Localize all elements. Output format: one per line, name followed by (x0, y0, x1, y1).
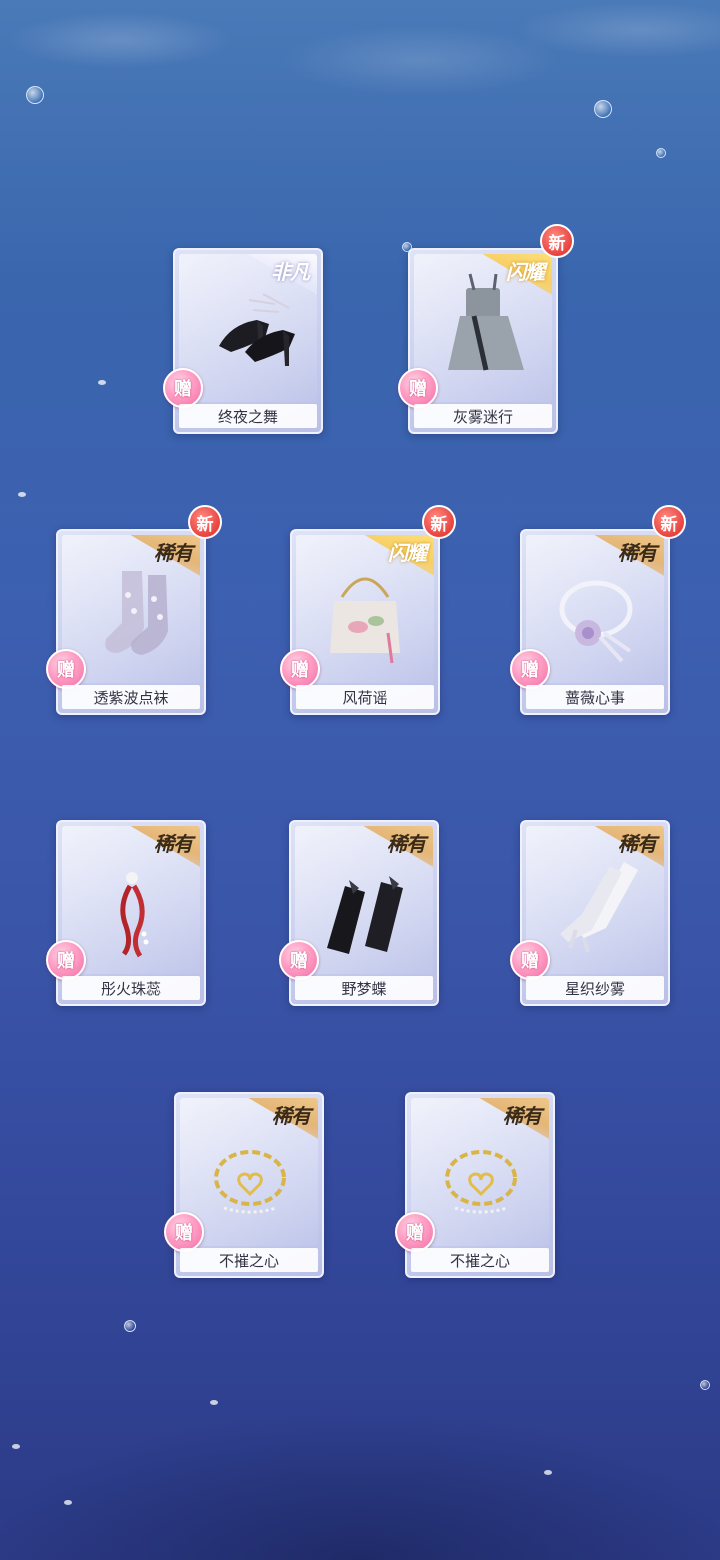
item-name: 不摧之心 (411, 1248, 549, 1272)
item-name: 风荷谣 (296, 685, 434, 709)
item-name: 透紫波点袜 (62, 685, 200, 709)
new-badge: 新 (422, 505, 456, 539)
rarity-label: 闪耀 (388, 541, 427, 565)
bubble-icon (656, 148, 666, 158)
gift-badge[interactable]: 赠 (510, 940, 550, 980)
gift-badge[interactable]: 赠 (510, 649, 550, 689)
rarity-label: 非凡 (271, 260, 310, 284)
rarity-label: 稀有 (154, 541, 193, 565)
bubble-icon (594, 100, 612, 118)
item-card[interactable]: 稀有 赠 不摧之心 (164, 1092, 324, 1278)
item-name: 蔷薇心事 (526, 685, 664, 709)
item-name: 终夜之舞 (179, 404, 317, 428)
item-name: 野梦蝶 (295, 976, 433, 1000)
gift-badge[interactable]: 赠 (164, 1212, 204, 1252)
rarity-label: 稀有 (618, 541, 657, 565)
underwater-background (0, 0, 720, 1560)
rarity-label: 稀有 (387, 832, 426, 856)
item-card[interactable]: 非凡 赠 终夜之舞 (163, 248, 323, 434)
rarity-label: 稀有 (503, 1104, 542, 1128)
gift-badge[interactable]: 赠 (46, 649, 86, 689)
item-card[interactable]: 稀有 赠 不摧之心 (395, 1092, 555, 1278)
petal-icon (544, 1470, 552, 1475)
gift-badge[interactable]: 赠 (279, 940, 319, 980)
gift-badge[interactable]: 赠 (395, 1212, 435, 1252)
item-card[interactable]: 稀有 新 赠 蔷薇心事 (510, 505, 686, 715)
bubble-icon (124, 1320, 136, 1332)
petal-icon (210, 1400, 218, 1405)
item-card[interactable]: 稀有 赠 野梦蝶 (279, 820, 439, 1006)
item-card[interactable]: 闪耀 新 赠 风荷谣 (280, 505, 456, 715)
petal-icon (18, 492, 26, 497)
rarity-label: 稀有 (272, 1104, 311, 1128)
item-name: 灰雾迷行 (414, 404, 552, 428)
new-badge: 新 (652, 505, 686, 539)
bubble-icon (700, 1380, 710, 1390)
item-card[interactable]: 闪耀 新 赠 灰雾迷行 (398, 224, 574, 434)
new-badge: 新 (540, 224, 574, 258)
item-name: 彤火珠蕊 (62, 976, 200, 1000)
gift-badge[interactable]: 赠 (280, 649, 320, 689)
item-card[interactable]: 稀有 新 赠 透紫波点袜 (46, 505, 222, 715)
petal-icon (64, 1500, 72, 1505)
item-card[interactable]: 稀有 赠 星织纱雾 (510, 820, 670, 1006)
new-badge: 新 (188, 505, 222, 539)
rarity-label: 闪耀 (506, 260, 545, 284)
item-name: 星织纱雾 (526, 976, 664, 1000)
petal-icon (98, 380, 106, 385)
item-name: 不摧之心 (180, 1248, 318, 1272)
rarity-label: 稀有 (618, 832, 657, 856)
petal-icon (12, 1444, 20, 1449)
light-caustics (0, 0, 720, 220)
gift-badge[interactable]: 赠 (398, 368, 438, 408)
gift-badge[interactable]: 赠 (46, 940, 86, 980)
gift-badge[interactable]: 赠 (163, 368, 203, 408)
item-card[interactable]: 稀有 赠 彤火珠蕊 (46, 820, 206, 1006)
seabed-shadow (0, 1040, 720, 1560)
rarity-label: 稀有 (154, 832, 193, 856)
bubble-icon (26, 86, 44, 104)
